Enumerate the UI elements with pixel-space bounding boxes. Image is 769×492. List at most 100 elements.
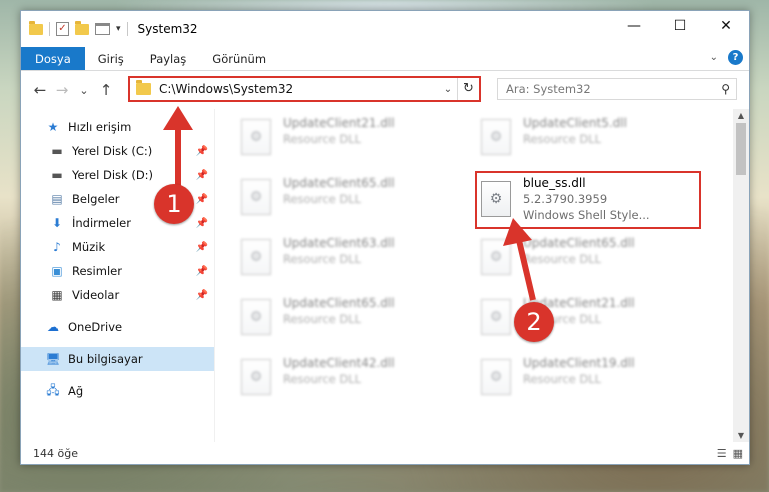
file-name: UpdateClient5.dll: [523, 116, 627, 130]
downloads-icon: ⬇: [51, 216, 63, 230]
address-dropdown-icon[interactable]: ⌄: [439, 84, 457, 95]
properties-icon[interactable]: [95, 23, 110, 35]
sidebar-item-local-disk-d[interactable]: ▬ Yerel Disk (D:) 📌: [21, 163, 214, 187]
file-type: Resource DLL: [283, 192, 362, 206]
dll-file-icon: ⚙: [241, 359, 271, 395]
file-name: UpdateClient19.dll: [523, 356, 635, 370]
minimize-button[interactable]: —: [611, 11, 657, 41]
file-tile[interactable]: ⚙ UpdateClient42.dll Resource DLL: [237, 353, 457, 407]
file-tile[interactable]: ⚙ UpdateClient65.dll Resource DLL: [237, 293, 457, 347]
file-tile[interactable]: ⚙ UpdateClient19.dll Resource DLL: [477, 353, 697, 407]
search-icon[interactable]: ⚲: [721, 82, 730, 96]
sidebar-item-label: Yerel Disk (C:): [72, 144, 153, 158]
sidebar-item-pictures[interactable]: ▣ Resimler 📌: [21, 259, 214, 283]
file-version: 5.2.3790.3959: [523, 192, 608, 206]
scrollbar-thumb[interactable]: [736, 123, 746, 175]
step-badge-2: 2: [514, 302, 554, 342]
file-name: UpdateClient65.dll: [283, 176, 395, 190]
ribbon-right: ⌄ ?: [710, 50, 743, 65]
scroll-up-icon[interactable]: ▲: [733, 111, 749, 120]
sidebar-item-label: Yerel Disk (D:): [72, 168, 154, 182]
videos-icon: ▦: [51, 288, 63, 302]
pin-icon[interactable]: 📌: [196, 290, 208, 301]
drive-icon: ▬: [51, 168, 63, 182]
file-type: Resource DLL: [283, 312, 362, 326]
file-tile[interactable]: ⚙ UpdateClient5.dll Resource DLL: [477, 113, 697, 167]
status-bar: 144 öğe ☰ ▦: [21, 442, 749, 464]
sidebar-item-onedrive[interactable]: ☁ OneDrive: [21, 315, 214, 339]
pin-icon[interactable]: 📌: [196, 194, 208, 205]
expand-ribbon-chevron-icon[interactable]: ⌄: [710, 52, 718, 63]
pin-icon[interactable]: 📌: [196, 266, 208, 277]
sidebar-item-network[interactable]: 🖧 Ağ: [21, 379, 214, 403]
up-button[interactable]: ↑: [95, 81, 117, 99]
documents-icon: ▤: [51, 192, 63, 206]
file-tile[interactable]: ⚙ UpdateClient21.dll Resource DLL: [477, 293, 697, 347]
window-title: System32: [137, 22, 198, 36]
close-button[interactable]: ✕: [703, 11, 749, 41]
star-icon: ★: [47, 120, 59, 134]
maximize-button[interactable]: ☐: [657, 11, 703, 41]
file-tile[interactable]: ⚙ UpdateClient63.dll Resource DLL: [237, 233, 457, 287]
navigation-bar: ← → ⌄ ↑ C:\Windows\System32 ⌄ ↻ Ara: Sys…: [21, 71, 749, 109]
pictures-icon: ▣: [51, 264, 63, 278]
vertical-scrollbar[interactable]: ▲ ▼: [733, 109, 749, 442]
file-type: Resource DLL: [283, 372, 362, 386]
sidebar-item-label: Belgeler: [72, 192, 120, 206]
explorer-window: ✓ ▾ System32 — ☐ ✕ Dosya Giriş Paylaş Gö…: [20, 10, 750, 465]
sidebar-item-music[interactable]: ♪ Müzik 📌: [21, 235, 214, 259]
search-placeholder: Ara: System32: [506, 82, 591, 96]
file-tile[interactable]: ⚙ UpdateClient21.dll Resource DLL: [237, 113, 457, 167]
file-type: Resource DLL: [523, 132, 602, 146]
sidebar-item-label: OneDrive: [68, 320, 123, 334]
dll-file-icon: ⚙: [481, 299, 511, 335]
dll-file-icon: ⚙: [241, 239, 271, 275]
sidebar-item-videos[interactable]: ▦ Videolar 📌: [21, 283, 214, 307]
ribbon-tabs: Dosya Giriş Paylaş Görünüm ⌄ ?: [21, 47, 749, 71]
drive-icon: ▬: [51, 144, 63, 158]
pin-icon[interactable]: 📌: [196, 170, 208, 181]
refresh-icon[interactable]: ↻: [457, 78, 479, 100]
dll-file-icon: ⚙: [241, 119, 271, 155]
scroll-down-icon[interactable]: ▼: [733, 431, 749, 440]
tab-file[interactable]: Dosya: [21, 47, 85, 70]
content-area: ★ Hızlı erişim ▬ Yerel Disk (C:) 📌 ▬ Yer…: [21, 109, 749, 442]
title-bar: ✓ ▾ System32 — ☐ ✕: [21, 11, 749, 47]
pin-icon[interactable]: 📌: [196, 146, 208, 157]
computer-icon: 🖥: [45, 352, 61, 366]
customize-caret-icon[interactable]: ▾: [116, 24, 121, 34]
dll-file-icon: ⚙: [481, 359, 511, 395]
forward-button[interactable]: →: [51, 81, 73, 99]
help-icon[interactable]: ?: [728, 50, 743, 65]
pin-icon[interactable]: 📌: [196, 218, 208, 229]
back-button[interactable]: ←: [29, 81, 51, 99]
sidebar-item-label: Videolar: [72, 288, 120, 302]
file-name: UpdateClient65.dll: [523, 236, 635, 250]
address-text[interactable]: C:\Windows\System32: [159, 82, 439, 96]
tab-view[interactable]: Görünüm: [199, 47, 279, 70]
tab-home[interactable]: Giriş: [85, 47, 137, 70]
file-tile-blue-ss-dll[interactable]: ⚙ blue_ss.dll 5.2.3790.3959 Windows Shel…: [475, 171, 701, 229]
file-type: Resource DLL: [283, 252, 362, 266]
sidebar-item-label: Resimler: [72, 264, 122, 278]
sidebar-item-this-pc[interactable]: 🖥 Bu bilgisayar: [21, 347, 214, 371]
address-bar[interactable]: C:\Windows\System32 ⌄ ↻: [128, 76, 481, 102]
file-tile[interactable]: ⚙ UpdateClient65.dll Resource DLL: [477, 233, 697, 287]
recent-locations-button[interactable]: ⌄: [73, 84, 95, 97]
tab-share[interactable]: Paylaş: [137, 47, 200, 70]
new-folder-icon[interactable]: [75, 20, 89, 35]
file-tile[interactable]: ⚙ UpdateClient65.dll Resource DLL: [237, 173, 457, 227]
properties-check-icon[interactable]: ✓: [56, 22, 69, 36]
file-list: ⚙ UpdateClient21.dll Resource DLL ⚙ Updat…: [215, 109, 749, 442]
cloud-icon: ☁: [47, 320, 59, 334]
tiles-view-icon[interactable]: ▦: [733, 447, 743, 460]
view-toggle: ☰ ▦: [717, 447, 743, 460]
sidebar-item-quick-access[interactable]: ★ Hızlı erişim: [21, 115, 214, 139]
pin-icon[interactable]: 📌: [196, 242, 208, 253]
search-input[interactable]: Ara: System32 ⚲: [497, 78, 737, 100]
details-view-icon[interactable]: ☰: [717, 447, 727, 460]
file-type: Windows Shell Style...: [523, 208, 650, 222]
sidebar-item-local-disk-c[interactable]: ▬ Yerel Disk (C:) 📌: [21, 139, 214, 163]
folder-icon: [29, 20, 43, 35]
